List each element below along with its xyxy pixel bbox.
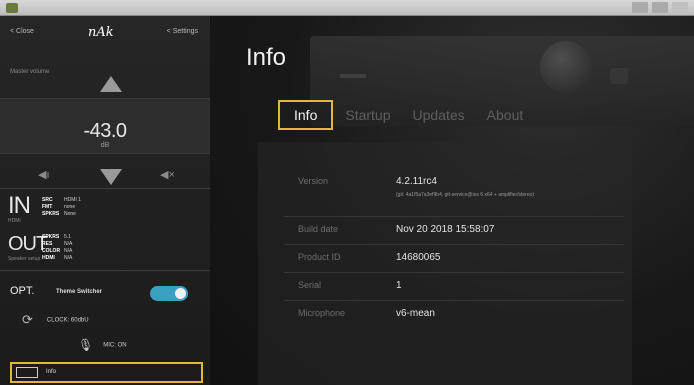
input-row: SPKRS None [42,211,76,217]
info-panel: Version 4.2.11rc4 (git: 4a1f5a7a3ef9b4, … [258,142,632,385]
input-row: FMT none [42,204,76,210]
theme-switcher-toggle[interactable] [150,286,188,301]
minimize-button[interactable] [632,2,648,13]
clock-row[interactable]: ⟳ CLOCK: 60dbU [22,312,89,328]
field-key: Product ID [298,252,341,262]
info-nav-label: Info [46,369,57,375]
volume-unit: dB [100,142,110,149]
theme-switcher-label: Theme Switcher [56,289,103,295]
divider [0,270,210,271]
field-key: Serial [298,280,322,290]
volume-down-icon[interactable] [100,169,122,185]
window-controls [632,2,688,13]
divider [0,188,210,189]
field-value: v6-mean [396,308,435,319]
main-content: Info Info Startup Updates About Version … [210,16,694,385]
volume-label: Master volume [10,69,50,75]
field-value: 1 [396,280,402,291]
field-key: Microphone [298,308,346,318]
volume-value: -43.0 [83,120,127,142]
input-details: SRC HDMI 1 FMT none SPKRS None [42,197,81,218]
field-key: Version [298,176,329,186]
speaker-down-icon[interactable]: ◀ı [38,168,50,181]
mute-icon[interactable]: ◀× [160,168,175,181]
output-details: SPKRS 5.1 RES N/A COLOR N/A HDMI N/A [42,234,72,262]
divider [284,272,624,273]
window-titlebar [0,0,694,16]
maximize-button[interactable] [652,2,668,13]
toggle-knob [175,288,186,299]
divider [284,244,624,245]
background-slot-image [340,74,366,78]
field-note: (git: 4a1f5a7a3ef9b4, git-service@ios 6 … [396,192,535,198]
output-row: RES N/A [42,241,73,247]
output-row: SPKRS 5.1 [42,234,71,240]
divider [284,216,624,217]
field-value: Nov 20 2018 15:58:07 [396,224,495,235]
tab-bar: Info Startup Updates About [278,100,535,130]
divider [284,300,624,301]
tab-updates[interactable]: Updates [403,100,475,130]
microphone-icon: 🎙 [78,338,94,352]
background-button-image [610,68,628,84]
clock-label: CLOCK: 60dbU [46,317,89,324]
opt-label: OPT. [10,285,35,297]
sidebar: < Close nAk < Settings Master volume -43… [0,16,210,385]
background-knob-image [540,41,592,93]
app-icon [6,3,18,13]
field-value: 4.2.11rc4 [396,176,437,187]
brand-logo: nAk [88,25,114,40]
tab-info[interactable]: Info [278,100,334,130]
input-block[interactable]: IN HDMI [8,192,31,225]
page-title: Info [246,44,287,71]
sidebar-header: < Close nAk < Settings [0,16,210,48]
clock-icon: ⟳ [22,312,33,327]
close-link[interactable]: < Close [10,28,34,35]
info-nav-item[interactable]: Info [10,362,203,383]
input-label: IN [8,192,31,219]
info-screen-icon [16,367,38,378]
tab-startup[interactable]: Startup [335,100,400,130]
mic-row[interactable]: 🎙 MIC: ON [78,338,127,352]
field-key: Build date [298,224,339,234]
output-row: HDMI N/A [42,255,73,261]
opt-row: OPT. Theme Switcher [0,282,210,302]
output-row: COLOR N/A [42,248,73,254]
field-value: 14680065 [396,252,441,263]
volume-up-icon[interactable] [100,76,122,92]
input-row: SRC HDMI 1 [42,197,81,203]
close-window-button[interactable] [672,2,688,13]
settings-link[interactable]: < Settings [167,28,198,35]
tab-about[interactable]: About [477,100,534,130]
mic-label: MIC: ON [103,342,127,349]
